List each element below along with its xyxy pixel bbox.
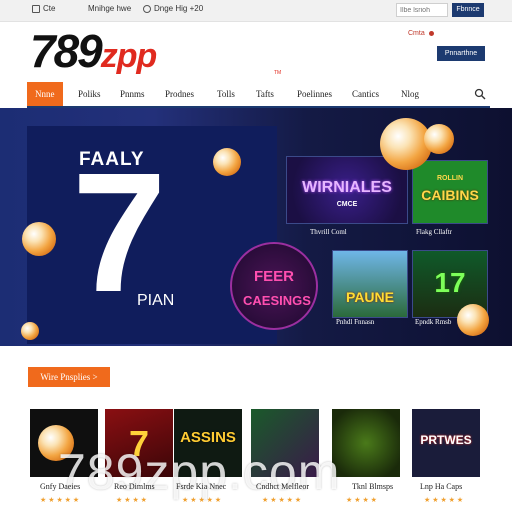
game-tile-subtitle: ROLLIN: [436, 175, 464, 182]
top-item-phone[interactable]: Dnge Hig +20: [143, 4, 203, 13]
logo-trademark: TM: [274, 70, 282, 76]
nav-item[interactable]: Prodnes: [165, 82, 194, 106]
game-tile-caption: Epndk Rmsb: [415, 318, 452, 326]
game-tile-winnings[interactable]: WIRNIALES CMCE: [286, 156, 408, 224]
game-tile-caption: Pnhdl Fnnasn: [336, 318, 375, 326]
nav-item[interactable]: Poelinnes: [297, 82, 332, 106]
nav-item-home[interactable]: Nnne: [27, 82, 63, 106]
promo-badge-line1: FEER: [254, 268, 295, 285]
promo-badge[interactable]: [230, 242, 318, 330]
game-tile-title: PAUNE: [346, 289, 394, 305]
search-icon[interactable]: [474, 88, 486, 100]
logo-main: 789: [30, 25, 103, 77]
mail-icon: [32, 4, 40, 13]
game-tile-paune[interactable]: PAUNE: [332, 250, 408, 318]
game-tile-caption: Flakg Cllaftr: [416, 228, 452, 236]
ball-icon: [424, 124, 454, 154]
rating-stars: ★ ★ ★ ★ ★: [182, 497, 222, 504]
header-button[interactable]: Pnnarthne: [437, 46, 485, 61]
hero-big-number: 7: [72, 138, 167, 328]
top-search-input[interactable]: [396, 3, 448, 17]
rating-stars: ★ ★ ★ ★ ★: [262, 497, 302, 504]
ball-icon: [457, 304, 489, 336]
card-label: Cndhct Melfleor: [256, 482, 310, 491]
watermark: 789zpp.com: [58, 444, 341, 500]
main-nav: Nnne Poliks Pnnms Prodnes Tolls Tafts Po…: [27, 82, 490, 108]
game-tile-caption: Thvrill Coml: [310, 228, 347, 236]
promo-badge-line2: CAESINGS: [243, 293, 311, 308]
game-tile-cabins[interactable]: ROLLIN CAIBINS: [412, 160, 488, 224]
card-label: Tknl Blmsps: [352, 482, 394, 491]
game-tile-subtitle: CMCE: [336, 201, 358, 208]
top-item-contact[interactable]: Cte: [32, 4, 55, 13]
rating-stars: ★ ★ ★ ★: [346, 497, 377, 504]
card-label: Fsrde Kia Nnec: [176, 482, 227, 491]
ball-icon: [22, 222, 56, 256]
rating-stars: ★ ★ ★ ★ ★: [40, 497, 80, 504]
card-label: Gnfy Daeies: [40, 482, 81, 491]
nav-item[interactable]: Cantics: [352, 82, 379, 106]
game-tile-title: 17: [434, 267, 466, 298]
header-contact-link[interactable]: Cmta: [408, 30, 434, 37]
top-item-help[interactable]: Mnihge hwe: [88, 4, 131, 13]
hero-subtitle: PIAN: [137, 292, 175, 309]
card-title: PRTWES: [420, 433, 472, 447]
game-card-5[interactable]: [332, 409, 400, 477]
game-card-6[interactable]: PRTWES: [412, 409, 480, 477]
header-link-label: Cmta: [408, 30, 425, 37]
ball-icon: [21, 322, 39, 340]
more-promos-button[interactable]: Wire Pnsplies >: [28, 367, 110, 387]
top-item-label: Dnge Hig +20: [154, 4, 204, 13]
top-item-label: Mnihge hwe: [88, 4, 132, 13]
top-button[interactable]: Fbnnce: [452, 3, 484, 17]
rating-stars: ★ ★ ★ ★: [116, 497, 147, 504]
nav-item[interactable]: Poliks: [78, 82, 101, 106]
top-item-label: Cte: [43, 4, 56, 13]
game-tile-title: CAIBINS: [421, 187, 479, 203]
card-label: Lnp Ha Caps: [420, 482, 463, 491]
site-logo[interactable]: 789zpp: [30, 25, 158, 81]
game-tile-title: WIRNIALES: [302, 179, 392, 196]
nav-item[interactable]: Tafts: [256, 82, 274, 106]
logo-accent: zpp: [100, 37, 158, 75]
card-label: Reo Dimlms: [114, 482, 155, 491]
nav-item[interactable]: Nlog: [401, 82, 419, 106]
dot-icon: [428, 31, 434, 36]
phone-icon: [143, 4, 151, 13]
ball-icon: [213, 148, 241, 176]
nav-item[interactable]: Tolls: [217, 82, 235, 106]
rating-stars: ★ ★ ★ ★ ★: [424, 497, 464, 504]
nav-item[interactable]: Pnnms: [120, 82, 145, 106]
top-bar: Cte Mnihge hwe Dnge Hig +20 Fbnnce: [0, 0, 512, 22]
